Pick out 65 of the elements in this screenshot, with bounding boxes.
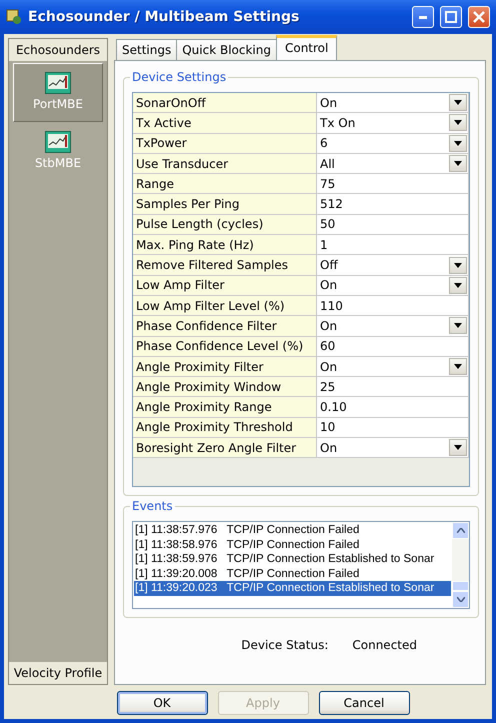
property-name: SonarOnOff (133, 93, 317, 114)
property-name: Samples Per Ping (133, 194, 317, 215)
scroll-down-icon[interactable] (452, 591, 469, 608)
property-name: Range (133, 174, 317, 194)
property-dropdown[interactable]: Off (317, 255, 469, 276)
property-dropdown[interactable]: On (317, 438, 469, 458)
window-title: Echosounder / Multibeam Settings (28, 9, 300, 25)
property-field[interactable]: 0.10 (317, 397, 469, 418)
velocity-profile-button[interactable]: Velocity Profile (9, 662, 107, 684)
property-name: Angle Proximity Range (133, 397, 317, 418)
property-name: Angle Proximity Window (133, 377, 317, 398)
property-field[interactable]: 10 (317, 418, 469, 438)
scroll-thumb[interactable] (452, 581, 469, 591)
status-label: Device Status: (241, 638, 328, 652)
property-name: Tx Active (133, 113, 317, 134)
property-dropdown[interactable]: 6 (317, 134, 469, 154)
property-name: Phase Confidence Filter (133, 316, 317, 337)
property-field[interactable]: 75 (317, 174, 469, 194)
app-icon (6, 9, 22, 25)
property-name: Angle Proximity Filter (133, 356, 317, 378)
property-name: Low Amp Filter (133, 276, 317, 296)
dialog-button[interactable]: Cancel (318, 691, 410, 715)
status-value: Connected (352, 638, 417, 652)
close-button[interactable] (468, 6, 490, 28)
property-name: Angle Proximity Threshold (133, 418, 317, 438)
property-name: TxPower (133, 134, 317, 154)
minimize-icon (419, 16, 427, 18)
chart-icon (45, 131, 71, 153)
property-field[interactable]: 60 (317, 336, 469, 357)
maximize-button[interactable] (440, 6, 462, 28)
close-icon (473, 11, 485, 23)
property-dropdown[interactable]: Tx On (317, 113, 469, 134)
minimize-button[interactable] (412, 6, 434, 28)
group-title: Events (130, 499, 175, 513)
property-dropdown[interactable]: On (317, 93, 469, 114)
event-entry[interactable]: [1] 11:39:20.008 TCP/IP Connection Failed (134, 566, 451, 581)
sidebar-header: Echosounders (9, 39, 107, 61)
tab[interactable]: Quick Blocking (176, 39, 277, 60)
chart-icon (45, 72, 71, 94)
property-name: Remove Filtered Samples (133, 255, 317, 276)
event-entry[interactable]: [1] 11:38:59.976 TCP/IP Connection Established to Sonar (134, 552, 451, 566)
event-entry[interactable]: [1] 11:39:20.023 TCP/IP Connection Established to Sonar (134, 581, 451, 596)
tab[interactable]: Control (276, 35, 338, 60)
property-name: Use Transducer (133, 154, 317, 174)
event-entry[interactable]: [1] 11:38:57.976 TCP/IP Connection Failed (134, 523, 451, 538)
property-name: Low Amp Filter Level (%) (133, 296, 317, 316)
property-name: Boresight Zero Angle Filter (133, 438, 317, 458)
property-dropdown[interactable]: On (317, 276, 469, 296)
property-field[interactable]: 50 (317, 214, 469, 236)
property-dropdown[interactable]: On (317, 316, 469, 337)
property-name: Phase Confidence Level (%) (133, 336, 317, 357)
maximize-icon (445, 11, 457, 23)
group-title: Device Settings (130, 70, 228, 84)
tab[interactable]: Settings (116, 39, 178, 60)
scroll-up-icon[interactable] (452, 522, 469, 539)
property-field[interactable]: 512 (317, 194, 469, 215)
property-field[interactable]: 1 (317, 235, 469, 256)
property-name: Pulse Length (cycles) (133, 214, 317, 236)
property-field[interactable]: 110 (317, 296, 469, 316)
property-dropdown[interactable]: All (317, 154, 469, 174)
dialog-button[interactable]: OK (116, 691, 208, 715)
property-field[interactable]: 25 (317, 377, 469, 398)
event-entry[interactable]: [1] 11:38:58.976 TCP/IP Connection Failed (134, 538, 451, 552)
property-name: Max. Ping Rate (Hz) (133, 235, 317, 256)
property-dropdown[interactable]: On (317, 356, 469, 378)
